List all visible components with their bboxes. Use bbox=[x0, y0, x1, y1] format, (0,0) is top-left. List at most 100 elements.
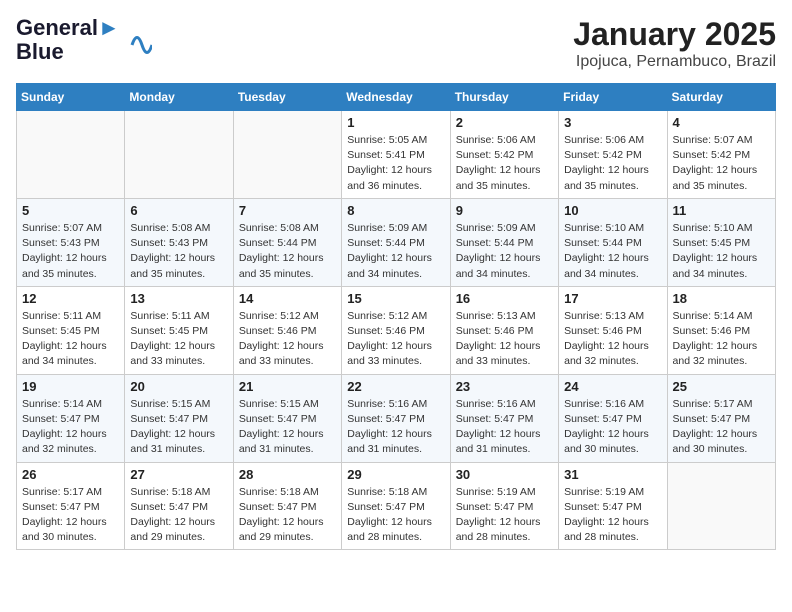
weekday-header-sunday: Sunday bbox=[17, 84, 125, 111]
calendar-cell: 4Sunrise: 5:07 AMSunset: 5:42 PMDaylight… bbox=[667, 111, 775, 199]
day-number: 10 bbox=[564, 203, 661, 218]
calendar-cell: 28 Sunrise: 5:18 AMSunset: 5:47 PMDayligh… bbox=[233, 462, 341, 550]
calendar-cell: 18 Sunrise: 5:14 AMSunset: 5:46 PMDayligh… bbox=[667, 286, 775, 374]
logo-wave-icon bbox=[122, 25, 152, 55]
day-info: Sunrise: 5:09 AMSunset: 5:44 PMDaylight:… bbox=[456, 221, 553, 282]
calendar-cell: 26 Sunrise: 5:17 AMSunset: 5:47 PMDayligh… bbox=[17, 462, 125, 550]
day-info: Sunrise: 5:05 AMSunset: 5:41 PMDaylight:… bbox=[347, 133, 444, 194]
day-info: Sunrise: 5:17 AMSunset: 5:47 PMDaylight:… bbox=[673, 397, 770, 458]
day-number: 2 bbox=[456, 115, 553, 130]
day-info: Sunrise: 5:15 AMSunset: 5:47 PMDaylight:… bbox=[130, 397, 227, 458]
day-number: 15 bbox=[347, 291, 444, 306]
logo: General►Blue bbox=[16, 16, 152, 64]
day-info: Sunrise: 5:09 AMSunset: 5:44 PMDaylight:… bbox=[347, 221, 444, 282]
calendar-table: SundayMondayTuesdayWednesdayThursdayFrid… bbox=[16, 83, 776, 550]
day-info: Sunrise: 5:06 AMSunset: 5:42 PMDaylight:… bbox=[456, 133, 553, 194]
day-number: 14 bbox=[239, 291, 336, 306]
day-number: 13 bbox=[130, 291, 227, 306]
day-info: Sunrise: 5:14 AMSunset: 5:47 PMDaylight:… bbox=[22, 397, 119, 458]
calendar-cell: 5 Sunrise: 5:07 AMSunset: 5:43 PMDaylight… bbox=[17, 198, 125, 286]
day-info: Sunrise: 5:07 AMSunset: 5:43 PMDaylight:… bbox=[22, 221, 119, 282]
calendar-cell: 20 Sunrise: 5:15 AMSunset: 5:47 PMDayligh… bbox=[125, 374, 233, 462]
day-number: 23 bbox=[456, 379, 553, 394]
calendar-cell: 17Sunrise: 5:13 AMSunset: 5:46 PMDayligh… bbox=[559, 286, 667, 374]
day-number: 22 bbox=[347, 379, 444, 394]
day-info: Sunrise: 5:13 AMSunset: 5:46 PMDaylight:… bbox=[456, 309, 553, 370]
day-number: 20 bbox=[130, 379, 227, 394]
calendar-cell: 6 Sunrise: 5:08 AMSunset: 5:43 PMDaylight… bbox=[125, 198, 233, 286]
day-info: Sunrise: 5:17 AMSunset: 5:47 PMDaylight:… bbox=[22, 485, 119, 546]
day-info: Sunrise: 5:08 AMSunset: 5:43 PMDaylight:… bbox=[130, 221, 227, 282]
day-number: 29 bbox=[347, 467, 444, 482]
calendar-cell: 14 Sunrise: 5:12 AMSunset: 5:46 PMDayligh… bbox=[233, 286, 341, 374]
weekday-header-saturday: Saturday bbox=[667, 84, 775, 111]
calendar-cell: 29Sunrise: 5:18 AMSunset: 5:47 PMDayligh… bbox=[342, 462, 450, 550]
day-info: Sunrise: 5:12 AMSunset: 5:46 PMDaylight:… bbox=[347, 309, 444, 370]
day-info: Sunrise: 5:16 AMSunset: 5:47 PMDaylight:… bbox=[347, 397, 444, 458]
calendar-week-row: 1 Sunrise: 5:05 AMSunset: 5:41 PMDaylight… bbox=[17, 111, 776, 199]
calendar-cell: 22 Sunrise: 5:16 AMSunset: 5:47 PMDayligh… bbox=[342, 374, 450, 462]
day-info: Sunrise: 5:10 AMSunset: 5:44 PMDaylight:… bbox=[564, 221, 661, 282]
calendar-cell: 24 Sunrise: 5:16 AMSunset: 5:47 PMDayligh… bbox=[559, 374, 667, 462]
day-number: 16 bbox=[456, 291, 553, 306]
day-number: 24 bbox=[564, 379, 661, 394]
day-number: 21 bbox=[239, 379, 336, 394]
day-info: Sunrise: 5:18 AMSunset: 5:47 PMDaylight:… bbox=[130, 485, 227, 546]
calendar-cell: 13 Sunrise: 5:11 AMSunset: 5:45 PMDayligh… bbox=[125, 286, 233, 374]
calendar-subtitle: Ipojuca, Pernambuco, Brazil bbox=[573, 53, 776, 71]
calendar-cell: 3 Sunrise: 5:06 AMSunset: 5:42 PMDaylight… bbox=[559, 111, 667, 199]
weekday-header-tuesday: Tuesday bbox=[233, 84, 341, 111]
page-header: General►Blue January 2025 Ipojuca, Perna… bbox=[16, 16, 776, 71]
day-info: Sunrise: 5:06 AMSunset: 5:42 PMDaylight:… bbox=[564, 133, 661, 194]
weekday-header-row: SundayMondayTuesdayWednesdayThursdayFrid… bbox=[17, 84, 776, 111]
calendar-cell: 2 Sunrise: 5:06 AMSunset: 5:42 PMDaylight… bbox=[450, 111, 558, 199]
calendar-week-row: 5 Sunrise: 5:07 AMSunset: 5:43 PMDaylight… bbox=[17, 198, 776, 286]
day-info: Sunrise: 5:19 AMSunset: 5:47 PMDaylight:… bbox=[564, 485, 661, 546]
calendar-cell: 15 Sunrise: 5:12 AMSunset: 5:46 PMDayligh… bbox=[342, 286, 450, 374]
day-number: 1 bbox=[347, 115, 444, 130]
day-info: Sunrise: 5:18 AMSunset: 5:47 PMDaylight:… bbox=[239, 485, 336, 546]
day-info: Sunrise: 5:16 AMSunset: 5:47 PMDaylight:… bbox=[564, 397, 661, 458]
day-number: 18 bbox=[673, 291, 770, 306]
calendar-cell: 12 Sunrise: 5:11 AMSunset: 5:45 PMDayligh… bbox=[17, 286, 125, 374]
day-info: Sunrise: 5:10 AMSunset: 5:45 PMDaylight:… bbox=[673, 221, 770, 282]
day-number: 7 bbox=[239, 203, 336, 218]
day-number: 31 bbox=[564, 467, 661, 482]
day-number: 11 bbox=[673, 203, 770, 218]
day-info: Sunrise: 5:12 AMSunset: 5:46 PMDaylight:… bbox=[239, 309, 336, 370]
calendar-cell: 27 Sunrise: 5:18 AMSunset: 5:47 PMDayligh… bbox=[125, 462, 233, 550]
calendar-cell: 30 Sunrise: 5:19 AMSunset: 5:47 PMDayligh… bbox=[450, 462, 558, 550]
day-info: Sunrise: 5:11 AMSunset: 5:45 PMDaylight:… bbox=[22, 309, 119, 370]
day-number: 27 bbox=[130, 467, 227, 482]
day-number: 30 bbox=[456, 467, 553, 482]
calendar-cell: 11 Sunrise: 5:10 AMSunset: 5:45 PMDayligh… bbox=[667, 198, 775, 286]
calendar-cell: 8 Sunrise: 5:09 AMSunset: 5:44 PMDaylight… bbox=[342, 198, 450, 286]
day-info: Sunrise: 5:19 AMSunset: 5:47 PMDaylight:… bbox=[456, 485, 553, 546]
calendar-cell: 16 Sunrise: 5:13 AMSunset: 5:46 PMDayligh… bbox=[450, 286, 558, 374]
day-number: 5 bbox=[22, 203, 119, 218]
day-number: 6 bbox=[130, 203, 227, 218]
calendar-week-row: 12 Sunrise: 5:11 AMSunset: 5:45 PMDayligh… bbox=[17, 286, 776, 374]
day-info: Sunrise: 5:13 AMSunset: 5:46 PMDaylight:… bbox=[564, 309, 661, 370]
calendar-cell: 23Sunrise: 5:16 AMSunset: 5:47 PMDayligh… bbox=[450, 374, 558, 462]
day-number: 26 bbox=[22, 467, 119, 482]
calendar-cell: 10 Sunrise: 5:10 AMSunset: 5:44 PMDayligh… bbox=[559, 198, 667, 286]
weekday-header-monday: Monday bbox=[125, 84, 233, 111]
calendar-cell: 21Sunrise: 5:15 AMSunset: 5:47 PMDayligh… bbox=[233, 374, 341, 462]
calendar-cell: 25Sunrise: 5:17 AMSunset: 5:47 PMDayligh… bbox=[667, 374, 775, 462]
day-info: Sunrise: 5:14 AMSunset: 5:46 PMDaylight:… bbox=[673, 309, 770, 370]
calendar-cell bbox=[17, 111, 125, 199]
day-info: Sunrise: 5:11 AMSunset: 5:45 PMDaylight:… bbox=[130, 309, 227, 370]
logo-text: General►Blue bbox=[16, 16, 120, 64]
title-block: January 2025 Ipojuca, Pernambuco, Brazil bbox=[573, 16, 776, 71]
day-info: Sunrise: 5:08 AMSunset: 5:44 PMDaylight:… bbox=[239, 221, 336, 282]
day-number: 12 bbox=[22, 291, 119, 306]
calendar-cell bbox=[125, 111, 233, 199]
day-number: 28 bbox=[239, 467, 336, 482]
calendar-week-row: 19Sunrise: 5:14 AMSunset: 5:47 PMDayligh… bbox=[17, 374, 776, 462]
day-number: 3 bbox=[564, 115, 661, 130]
calendar-cell: 7 Sunrise: 5:08 AMSunset: 5:44 PMDaylight… bbox=[233, 198, 341, 286]
calendar-cell: 19Sunrise: 5:14 AMSunset: 5:47 PMDayligh… bbox=[17, 374, 125, 462]
weekday-header-friday: Friday bbox=[559, 84, 667, 111]
day-number: 8 bbox=[347, 203, 444, 218]
